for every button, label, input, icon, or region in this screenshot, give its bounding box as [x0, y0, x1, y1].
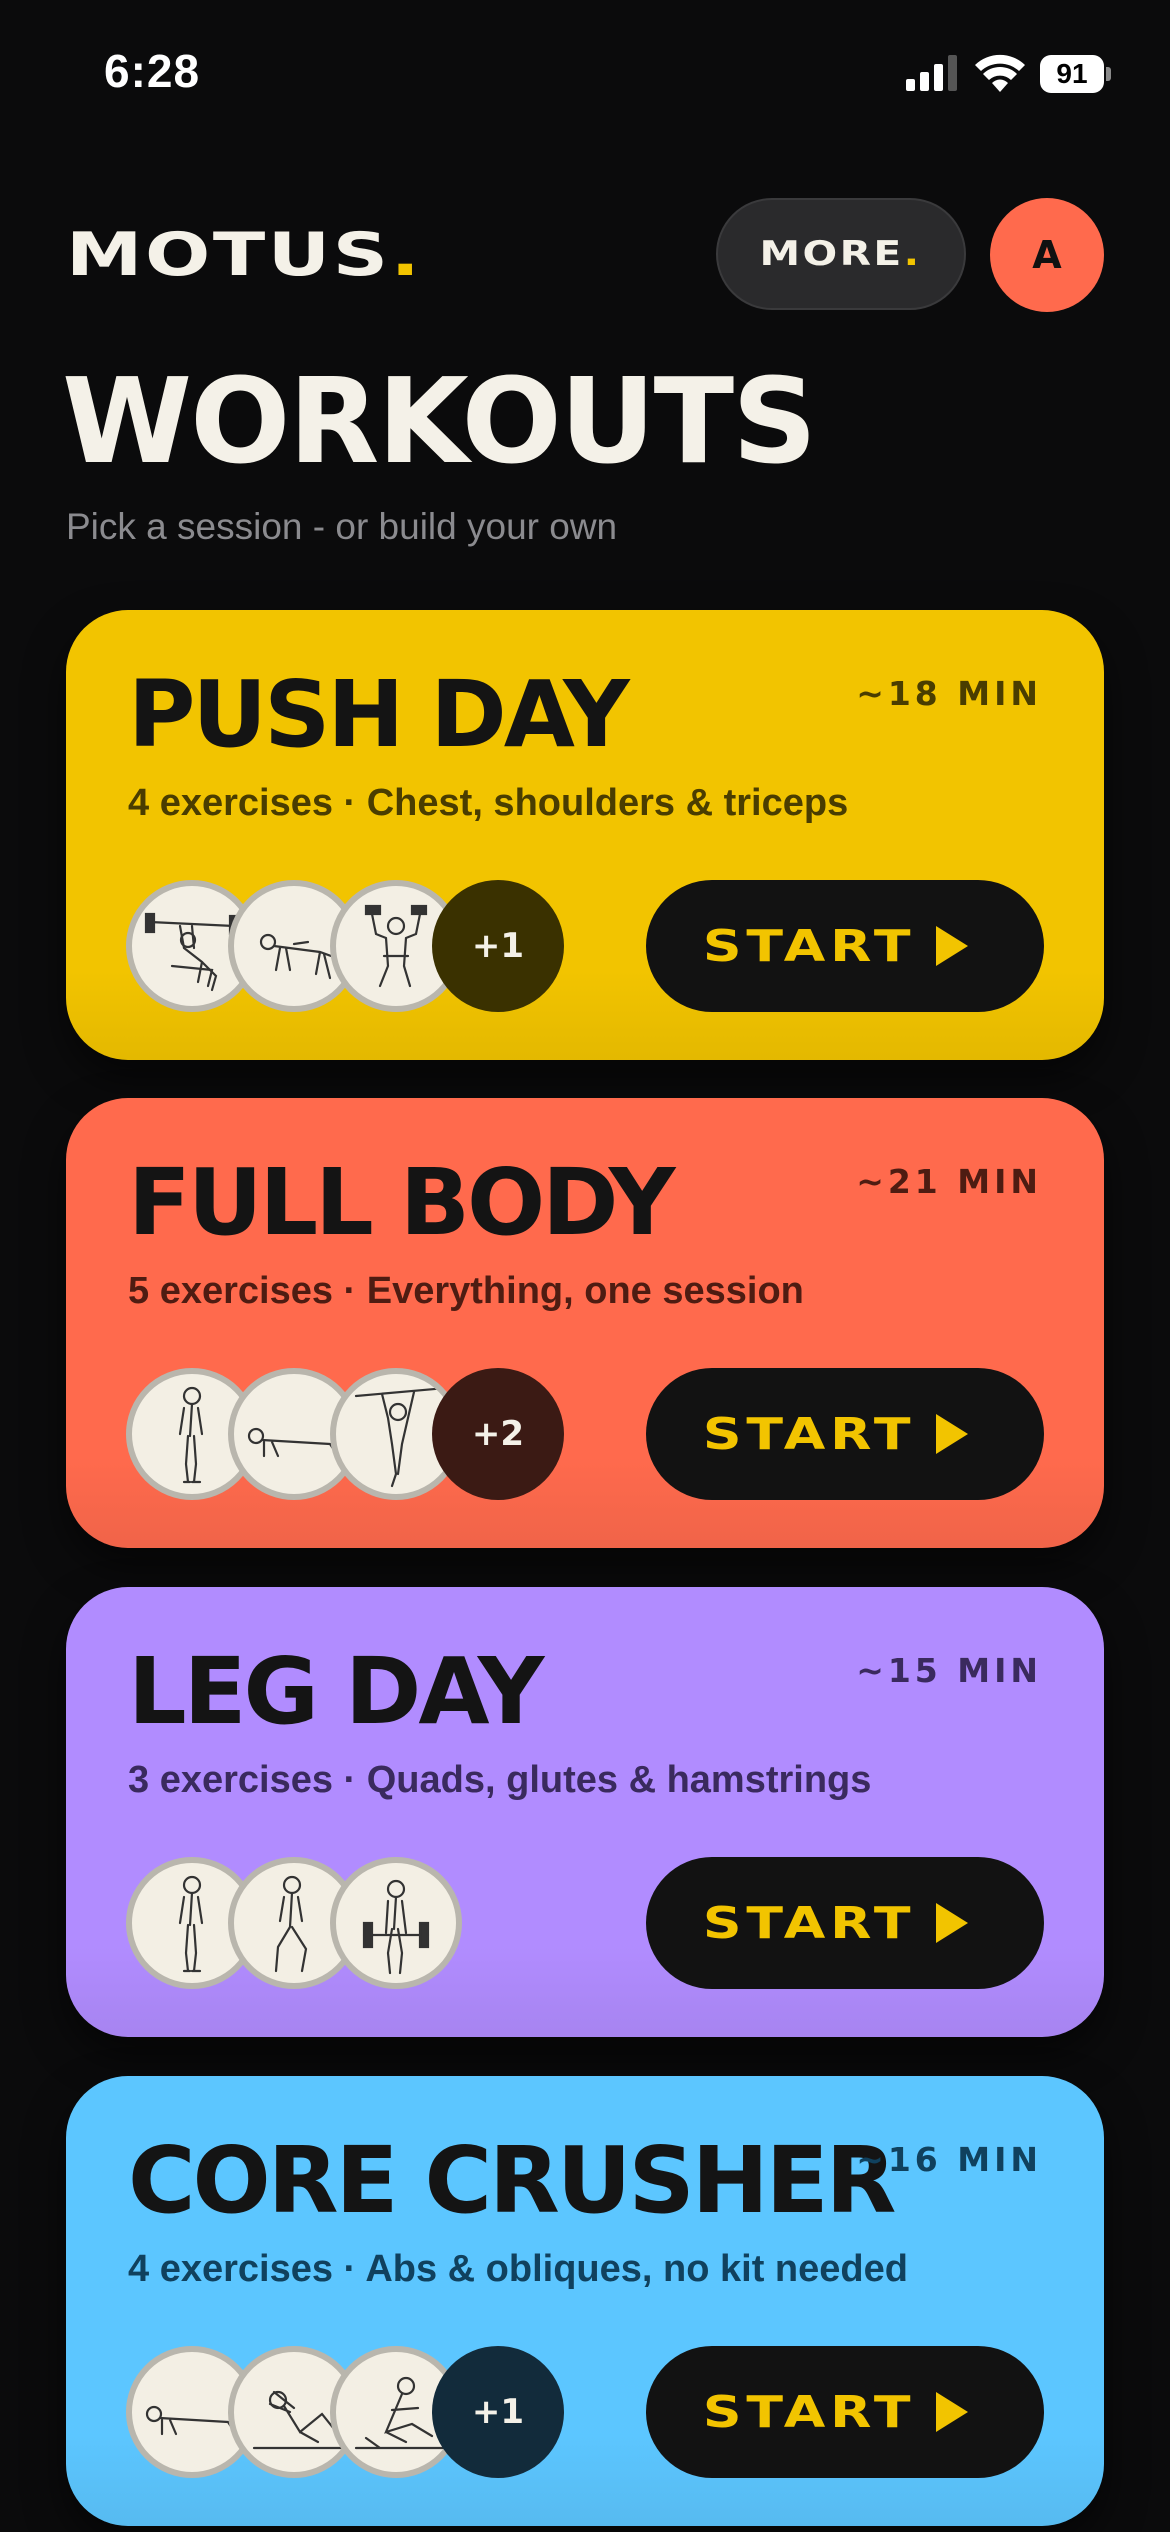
workout-description: 4 exercises · Chest, shoulders & triceps: [128, 782, 849, 824]
start-button[interactable]: START: [646, 2346, 1044, 2478]
exercise-thumbnails: +2: [126, 1368, 586, 1500]
workout-name: PUSH DAY: [128, 661, 630, 768]
workout-card[interactable]: FULL BODY ~21 MIN 5 exercises · Everything…: [66, 1098, 1104, 1548]
exercise-thumbnails: [126, 1857, 586, 1989]
start-button[interactable]: START: [646, 880, 1044, 1012]
workout-duration: ~21 MIN: [856, 1162, 1042, 1201]
start-button[interactable]: START: [646, 1857, 1044, 1989]
battery-level: 91: [1040, 55, 1104, 93]
play-icon: [936, 926, 969, 966]
exercise-thumbnails: +1: [126, 880, 586, 1012]
start-button-label: START: [702, 920, 916, 972]
status-bar: 6:28 91: [0, 0, 1170, 150]
more-exercises-badge: +1: [432, 880, 564, 1012]
battery-icon: 91: [1040, 55, 1112, 93]
avatar[interactable]: A: [990, 198, 1104, 312]
exercise-thumbnails: +1: [126, 2346, 586, 2478]
deadlift-illustration-icon: [330, 1857, 462, 1989]
start-button[interactable]: START: [646, 1368, 1044, 1500]
workout-name: FULL BODY: [128, 1149, 675, 1256]
workout-duration: ~18 MIN: [856, 674, 1042, 713]
workout-duration: ~16 MIN: [856, 2140, 1042, 2179]
play-icon: [936, 2392, 969, 2432]
status-time: 6:28: [104, 45, 201, 97]
workout-description: 5 exercises · Everything, one session: [128, 1270, 804, 1312]
start-button-label: START: [702, 1408, 916, 1460]
workout-description: 3 exercises · Quads, glutes & hamstrings: [128, 1759, 872, 1801]
page-subtitle: Pick a session - or build your own: [66, 506, 618, 547]
start-button-label: START: [702, 1897, 916, 1949]
wifi-icon: [975, 54, 1025, 92]
play-icon: [936, 1903, 969, 1943]
workout-duration: ~15 MIN: [856, 1651, 1042, 1690]
play-icon: [936, 1414, 969, 1454]
more-exercises-badge: +1: [432, 2346, 564, 2478]
workout-name: LEG DAY: [128, 1638, 544, 1745]
start-button-label: START: [702, 2386, 916, 2438]
workout-name: CORE CRUSHER: [128, 2127, 896, 2234]
workout-card[interactable]: LEG DAY ~15 MIN 3 exercises · Quads, glute…: [66, 1587, 1104, 2037]
workout-card[interactable]: CORE CRUSHER ~16 MIN 4 exercises · Abs & o…: [66, 2076, 1104, 2526]
workout-card[interactable]: PUSH DAY ~18 MIN 4 exercises · Chest, shou…: [66, 610, 1104, 1060]
page-title: WORKOUTS: [62, 352, 817, 490]
more-button[interactable]: MORE.: [716, 198, 966, 310]
more-exercises-badge: +2: [432, 1368, 564, 1500]
cellular-signal-icon: [906, 55, 957, 91]
app-logo: MOTUS.: [66, 220, 423, 290]
workout-description: 4 exercises · Abs & obliques, no kit nee…: [128, 2248, 908, 2290]
